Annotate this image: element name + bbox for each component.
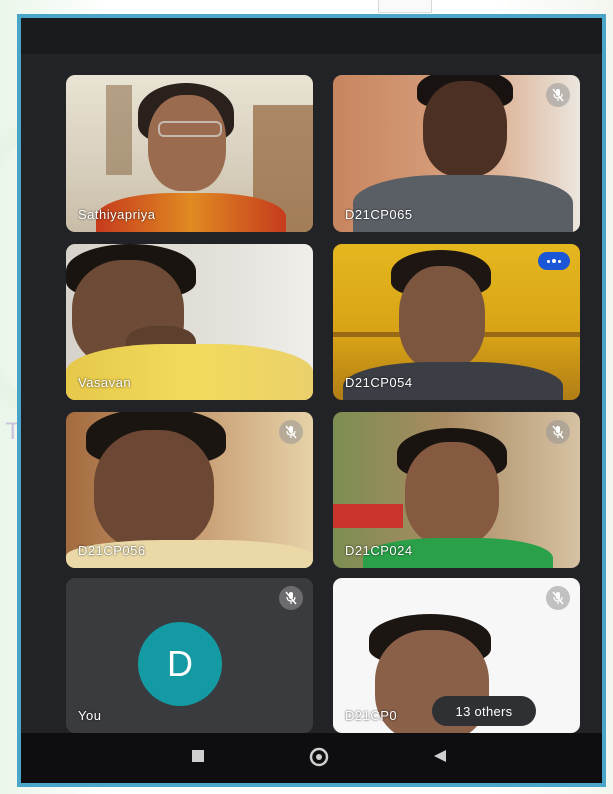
participant-tile[interactable]: Sathiyapriya	[66, 75, 313, 232]
square-recents-icon	[192, 750, 204, 762]
participant-tile[interactable]: Vasavan	[66, 244, 313, 400]
status-bar	[21, 18, 602, 54]
participant-name: Vasavan	[78, 375, 132, 390]
mute-indicator	[546, 83, 570, 107]
mic-off-icon	[285, 591, 297, 605]
participant-body	[353, 175, 573, 232]
home-button[interactable]	[309, 747, 329, 767]
mic-off-icon	[285, 425, 297, 439]
participant-name: D21CP056	[78, 543, 146, 558]
participant-name: Sathiyapriya	[78, 207, 156, 222]
participant-name: You	[78, 708, 102, 723]
participant-face	[405, 442, 499, 546]
participant-face	[399, 266, 485, 370]
participant-face	[148, 95, 226, 191]
system-nav-bar	[21, 733, 602, 783]
mute-indicator	[279, 420, 303, 444]
mic-off-icon	[552, 88, 564, 102]
mute-indicator[interactable]	[279, 586, 303, 610]
participant-name: D21CP0	[345, 708, 398, 723]
speaking-indicator	[538, 252, 570, 270]
glasses	[158, 121, 222, 137]
participant-name: D21CP065	[345, 207, 413, 222]
background-decoration	[378, 0, 432, 13]
participant-tile[interactable]: D21CP054	[333, 244, 580, 400]
participant-tile[interactable]: D21CP056	[66, 412, 313, 568]
participant-face	[423, 81, 507, 177]
mute-indicator	[546, 420, 570, 444]
recents-button[interactable]	[191, 749, 205, 763]
participant-body	[66, 344, 313, 400]
others-count-button[interactable]: 13 others	[432, 696, 536, 726]
mic-off-icon	[552, 591, 564, 605]
screenshot-page: T Sathiyapriya D21CP065 Vasavan D21CP054…	[0, 0, 613, 794]
participant-tile[interactable]: D21CP024	[333, 412, 580, 568]
audio-dots-icon	[547, 259, 550, 263]
back-button[interactable]	[433, 749, 447, 763]
red-sign	[333, 504, 403, 528]
mute-indicator	[546, 586, 570, 610]
meeting-screen: Sathiyapriya D21CP065 Vasavan D21CP054 D…	[17, 14, 606, 787]
participant-tile[interactable]: D21CP065	[333, 75, 580, 232]
door-frame	[106, 85, 132, 175]
participant-face	[94, 430, 214, 550]
participant-name: D21CP024	[345, 543, 413, 558]
triangle-back-icon	[434, 750, 446, 762]
self-avatar: D	[138, 622, 222, 706]
self-tile[interactable]: D You	[66, 578, 313, 733]
circle-home-icon	[309, 747, 329, 767]
mic-off-icon	[552, 425, 564, 439]
participant-name: D21CP054	[345, 375, 413, 390]
